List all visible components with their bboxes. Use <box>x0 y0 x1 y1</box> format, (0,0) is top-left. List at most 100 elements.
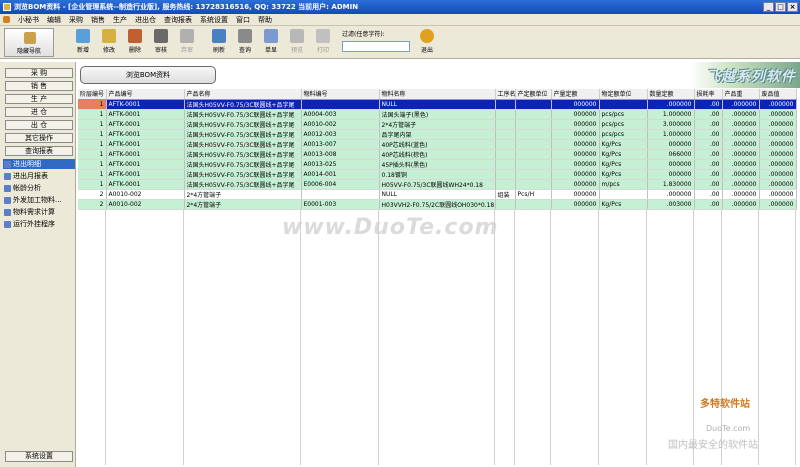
menu-sales[interactable]: 销售 <box>91 15 105 25</box>
edit-button[interactable]: 修改 <box>98 28 120 57</box>
col-material-unit[interactable]: 物定额单位 <box>599 89 648 100</box>
sidebar-item-monthly-report[interactable]: 进出月报表 <box>3 171 75 181</box>
table-row[interactable]: 1 AFTK-0001 法国头H05VV-F0.75/3C联圆线+品字尾 A0014-… <box>78 169 797 180</box>
sidebar-item-aging-analysis[interactable]: 帐龄分析 <box>3 183 75 193</box>
sidebar-cat-out-stock[interactable]: 出 仓 <box>5 120 73 130</box>
table-cell: 法国头H05VV-F0.75/3C联圆线+品字尾 <box>184 139 302 150</box>
table-row[interactable]: 1 AFTK-0001 法国头H05VV-F0.75/3C联圆线+品字尾 A0013-… <box>78 159 797 170</box>
sidebar-cat-in-stock[interactable]: 进 仓 <box>5 107 73 117</box>
table-cell: .000000 <box>722 149 760 160</box>
new-button[interactable]: 新增 <box>72 28 94 57</box>
col-qty-quota[interactable]: 数量定额 <box>647 89 695 100</box>
table-cell: Kg/Pcs <box>599 169 648 180</box>
col-product-code[interactable]: 产品编号 <box>106 89 185 100</box>
print-button[interactable]: 打印 <box>312 28 334 57</box>
table-cell: A0013-025 <box>301 159 380 170</box>
query-icon <box>238 29 252 43</box>
col-level[interactable]: 阶层编号 <box>78 89 107 100</box>
unapprove-button[interactable]: 弃审 <box>176 28 198 57</box>
preview-button[interactable]: 预览 <box>286 28 308 57</box>
table-row[interactable]: 1 AFTK-0001 法国头H05VV-F0.75/3C联圆线+品字尾 A0013-… <box>78 139 797 150</box>
table-cell: 法国头H05VV-F0.75/3C联圆线+品字尾 <box>184 109 302 120</box>
sidebar-item-outsourced-materials[interactable]: 外发加工物料... <box>3 195 75 205</box>
menu-window[interactable]: 窗口 <box>236 15 250 25</box>
menu-settings[interactable]: 系统设置 <box>200 15 228 25</box>
table-cell: .000000 <box>722 199 760 210</box>
table-row[interactable]: 2 A0010-002 2*4方管端子 E0001-003 H03VVH2-F0.75/… <box>78 199 797 210</box>
sidebar-cat-sales[interactable]: 销 售 <box>5 81 73 91</box>
table-cell: 2*4方管端子 <box>184 189 302 200</box>
table-row[interactable]: 1 AFTK-0001 法国头H05VV-F0.75/3C联圆线+品字尾 A0013-… <box>78 149 797 160</box>
approve-button[interactable]: 审核 <box>150 28 172 57</box>
sidebar-cat-production[interactable]: 生 产 <box>5 94 73 104</box>
watermark-logo: 多特软件站 <box>700 399 750 410</box>
menu-bar: 小秘书 编辑 采购 销售 生产 进出仓 查询报表 系统设置 窗口 帮助 <box>0 14 800 26</box>
table-cell: .000000 <box>722 169 760 180</box>
table-cell <box>495 159 516 170</box>
menu-help[interactable]: 帮助 <box>258 15 272 25</box>
col-scrap-value[interactable]: 废品值 <box>759 89 797 100</box>
system-settings-button[interactable]: 系统设置 <box>5 451 73 462</box>
table-row[interactable]: 1 AFTK-0001 法国头H05VV-F0.75/3C联圆线+品字尾 A0004-… <box>78 109 797 120</box>
exit-label: 退出 <box>420 47 433 54</box>
table-cell: A0010-002 <box>301 119 380 130</box>
table-cell: 2 <box>78 199 107 210</box>
col-output-quota[interactable]: 产量定额 <box>551 89 600 100</box>
menu-warehouse[interactable]: 进出仓 <box>135 15 156 25</box>
sidebar-cat-reports[interactable]: 查询报表 <box>5 146 73 156</box>
single-view-button[interactable]: 单显 <box>260 28 282 57</box>
col-product-name[interactable]: 产品名称 <box>184 89 302 100</box>
refresh-button[interactable]: 刷新 <box>208 28 230 57</box>
bom-grid[interactable]: 阶层编号 产品编号 产品名称 物料编号 物料名称 工序名 产定额单位 产量定额 … <box>78 89 797 210</box>
col-material-code[interactable]: 物料编号 <box>301 89 380 100</box>
sidebar-cat-other[interactable]: 其它操作 <box>5 133 73 143</box>
table-row[interactable]: 1 AFTK-0001 法国头H05VV-F0.75/3C联圆线+品字尾 A0010-… <box>78 119 797 130</box>
hide-nav-button[interactable]: 隐藏导航 <box>4 28 54 57</box>
sidebar-item-mrp[interactable]: 物料需求计算 <box>3 207 75 217</box>
table-row[interactable]: 1 AFTK-0001 法国头H05VV-F0.75/3C联圆线+品字尾 E0006-… <box>78 179 797 190</box>
approve-label: 审核 <box>154 47 167 54</box>
exit-button[interactable]: 退出 <box>416 28 438 57</box>
sidebar-item-label: 进出月报表 <box>13 172 48 180</box>
sidebar-cat-purchase[interactable]: 采 购 <box>5 68 73 78</box>
query-button[interactable]: 查询 <box>234 28 256 57</box>
col-product-weight[interactable]: 产品重 <box>722 89 760 100</box>
table-cell <box>515 199 552 210</box>
watermark-main: www.DuoTe.com <box>282 215 499 240</box>
table-row[interactable]: 1 AFTK-0001 法国头H05VV-F0.75/3C联圆线+品字尾 A0012-… <box>78 129 797 140</box>
table-cell: H03VVH2-F0.75/2C联圆线OH030*0.18 <box>379 199 496 210</box>
table-cell: m/pcs <box>599 179 648 190</box>
table-cell: 45P插头料(黑色) <box>379 159 496 170</box>
close-icon[interactable]: × <box>787 2 798 12</box>
menu-purchase[interactable]: 采购 <box>69 15 83 25</box>
col-material-name[interactable]: 物料名称 <box>379 89 496 100</box>
minimize-icon[interactable]: _ <box>763 2 774 12</box>
table-cell <box>515 139 552 150</box>
col-process[interactable]: 工序名 <box>495 89 516 100</box>
table-cell: .00 <box>694 189 723 200</box>
table-cell: AFTK-0001 <box>106 129 185 140</box>
sidebar-item-inout-detail[interactable]: 进出明细 <box>3 159 75 169</box>
table-row[interactable]: 1 AFTK-0001 法国头H05VV-F0.75/3C联圆线+品字尾 NULL 00… <box>78 99 797 110</box>
plugin-icon <box>4 221 11 228</box>
table-cell: AFTK-0001 <box>106 99 185 110</box>
table-row[interactable]: 2 A0010-002 2*4方管端子 NULL 组装 Pcs/H 000000 .00000… <box>78 189 797 200</box>
table-cell: 3.000000 <box>647 119 695 130</box>
menu-reports[interactable]: 查询报表 <box>164 15 192 25</box>
table-cell <box>515 109 552 120</box>
menu-secretary[interactable]: 小秘书 <box>18 15 39 25</box>
table-cell: .00 <box>694 169 723 180</box>
col-loss-rate[interactable]: 损耗率 <box>694 89 723 100</box>
sidebar-item-label: 外发加工物料... <box>13 196 62 204</box>
maximize-icon[interactable]: □ <box>775 2 786 12</box>
menu-production[interactable]: 生产 <box>113 15 127 25</box>
menu-edit[interactable]: 编辑 <box>47 15 61 25</box>
col-output-unit[interactable]: 产定额单位 <box>515 89 552 100</box>
delete-button[interactable]: 删除 <box>124 28 146 57</box>
table-cell <box>599 99 648 110</box>
filter-input[interactable] <box>342 41 410 52</box>
table-cell: 066000 <box>647 149 695 160</box>
table-cell: 000000 <box>551 119 600 130</box>
table-cell <box>495 179 516 190</box>
sidebar-item-plugin[interactable]: 运行外挂程序 <box>3 219 75 229</box>
